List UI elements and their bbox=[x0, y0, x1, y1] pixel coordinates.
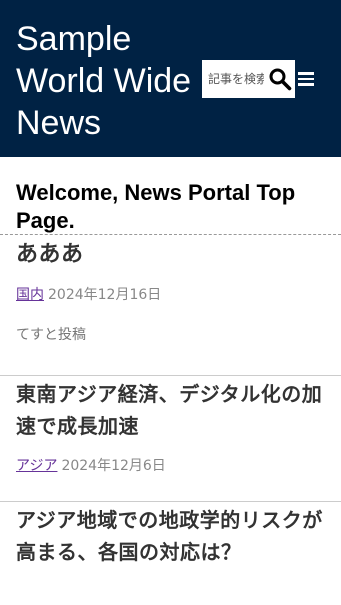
article-meta: アジア 2024年12月6日 bbox=[16, 456, 325, 476]
article-meta: 国内 2024年12月16日 bbox=[16, 285, 325, 305]
menu-button[interactable] bbox=[298, 70, 314, 88]
article-date: 2024年12月16日 bbox=[48, 287, 162, 303]
hamburger-menu-icon bbox=[298, 83, 314, 86]
site-title-line: World Wide bbox=[16, 62, 192, 100]
site-title-line: Sample bbox=[16, 20, 132, 58]
search-form bbox=[202, 60, 295, 98]
article-category-link[interactable]: アジア bbox=[16, 458, 57, 474]
hamburger-menu-icon bbox=[298, 72, 314, 75]
site-title-line: News bbox=[16, 104, 102, 142]
article-excerpt: てすと投稿 bbox=[16, 327, 86, 343]
article-list: あああ 国内 2024年12月16日 てすと投稿 東南アジア経済、デジタル化の加速… bbox=[0, 235, 341, 568]
hamburger-menu-icon bbox=[298, 77, 314, 81]
article-title[interactable]: 東南アジア経済、デジタル化の加速で成長加速 bbox=[16, 378, 325, 442]
article-item: あああ 国内 2024年12月16日 てすと投稿 bbox=[0, 235, 341, 376]
search-icon bbox=[269, 68, 291, 91]
search-input[interactable] bbox=[202, 64, 264, 94]
site-header: Sample World Wide News bbox=[0, 0, 341, 157]
article-title[interactable]: あああ bbox=[16, 239, 325, 271]
article-date: 2024年12月6日 bbox=[61, 458, 166, 474]
site-title[interactable]: Sample World Wide News bbox=[16, 18, 206, 144]
article-item: アジア地域での地政学的リスクが高まる、各国の対応は？ bbox=[0, 502, 341, 568]
page-welcome-heading: Welcome, News Portal Top Page. bbox=[0, 157, 341, 235]
article-category-link[interactable]: 国内 bbox=[16, 287, 44, 303]
article-title[interactable]: アジア地域での地政学的リスクが高まる、各国の対応は？ bbox=[16, 504, 325, 568]
search-button[interactable] bbox=[264, 60, 295, 98]
article-item: 東南アジア経済、デジタル化の加速で成長加速 アジア 2024年12月6日 bbox=[0, 376, 341, 502]
